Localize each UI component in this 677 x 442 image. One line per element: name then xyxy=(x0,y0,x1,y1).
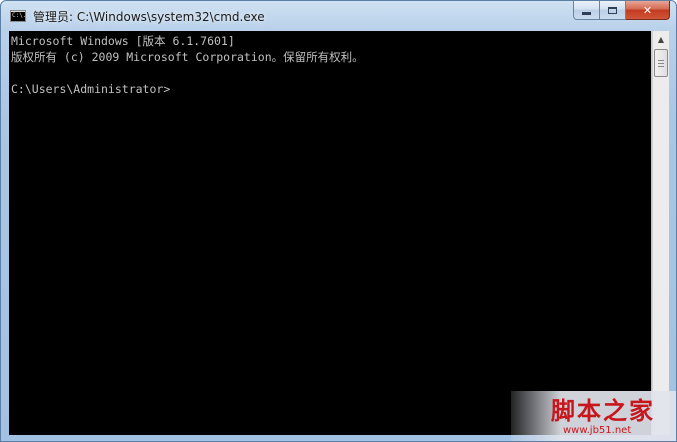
maximize-button[interactable] xyxy=(600,1,626,20)
close-button[interactable]: ✕ xyxy=(626,1,670,20)
watermark-logo: 脚本之家 xyxy=(551,396,655,425)
command-prompt[interactable]: C:\Users\Administrator> xyxy=(11,81,170,97)
scrollbar-thumb[interactable] xyxy=(654,49,668,77)
console-line: 版权所有 (c) 2009 Microsoft Corporation。保留所有… xyxy=(11,50,364,64)
scroll-up-arrow-icon[interactable]: ▲ xyxy=(654,31,668,48)
close-icon: ✕ xyxy=(642,3,653,17)
site-watermark: 脚本之家 www.jb51.net xyxy=(511,391,676,441)
caption-buttons: ✕ xyxy=(573,1,670,21)
title-bar[interactable]: C:\. 管理员: C:\Windows\system32\cmd.exe ✕ xyxy=(1,1,676,31)
cmd-window: C:\. 管理员: C:\Windows\system32\cmd.exe ✕ … xyxy=(0,0,677,442)
minimize-icon xyxy=(582,11,591,15)
console-output[interactable]: Microsoft Windows [版本 6.1.7601] 版权所有 (c)… xyxy=(9,31,651,435)
watermark-url: www.jb51.net xyxy=(563,425,632,436)
vertical-scrollbar[interactable]: ▲ xyxy=(652,31,669,435)
console-line: Microsoft Windows [版本 6.1.7601] xyxy=(11,34,235,48)
maximize-icon xyxy=(608,6,617,14)
minimize-button[interactable] xyxy=(573,1,600,20)
cmd-icon[interactable]: C:\. xyxy=(10,10,26,22)
window-title: 管理员: C:\Windows\system32\cmd.exe xyxy=(33,10,265,24)
